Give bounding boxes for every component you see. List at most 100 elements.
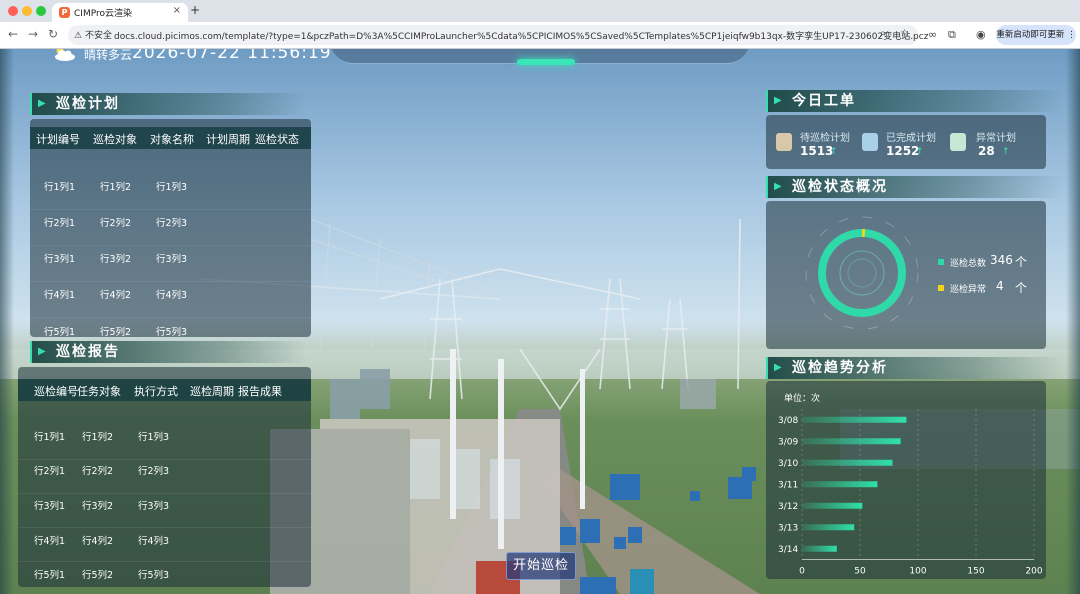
new-tab-icon[interactable]: + [190,3,200,17]
clipboard-icon [776,133,792,151]
insecure-warning[interactable]: ⚠ 不安全 [74,28,112,41]
trend-up-icon: ↑ [1002,147,1010,157]
orders-panel-title: ▶ 今日工单 [766,90,1062,112]
table-cell: 行5列3 [156,327,188,337]
table-cell: 行4列2 [100,290,132,301]
table-cell: 行5列1 [44,327,76,337]
trend-panel: 单位：次 3/08 3/09 3/10 3/11 3/12 3/13 3/14 0 50 100 1… [766,381,1046,579]
table-cell: 行3列2 [82,501,114,512]
report-title-text: 巡检报告 [56,344,120,360]
back-icon[interactable]: ← [8,27,18,41]
report-col-header[interactable]: 巡检编号 [34,383,78,399]
row-divider [30,317,311,318]
table-cell: 行5列1 [34,570,66,581]
substation-scene: 晴转多云 2026-07-22 11:56:19 ▶ 巡检计划 计划编号 巡检对象… [0,49,1080,594]
report-col-header[interactable]: 任务对象 [77,383,121,399]
x-tick-label: 50 [854,567,866,577]
plan-panel: 计划编号 巡检对象 对象名称 计划周期 巡检状态 行1列1 行1列2 行1列3 … [30,119,311,337]
bookmark-star-icon[interactable]: ☆ [900,28,909,39]
y-tick-label: 3/13 [778,523,798,533]
report-panel-title: ▶ 巡检报告 [30,341,306,363]
panel-arrow-icon: ▶ [774,95,784,106]
plan-col-header[interactable]: 计划周期 [206,131,250,147]
y-tick-label: 3/14 [778,545,798,555]
reload-icon[interactable]: ↻ [48,27,58,41]
legend-value: 4 [996,279,1004,293]
y-tick-label: 3/11 [778,480,798,490]
table-cell: 行2列1 [44,218,76,229]
report-col-header[interactable]: 巡检周期 [190,383,234,399]
table-cell: 行5列2 [100,327,132,337]
url-text: docs.cloud.picimos.com/template/?type=1&… [114,32,929,42]
y-tick-label: 3/12 [778,502,798,512]
table-cell: 行2列2 [100,218,132,229]
browser-tab[interactable]: P CIMPro云渲染 × [52,3,188,22]
x-tick-label: 0 [799,567,805,577]
forward-icon[interactable]: → [28,27,38,41]
table-cell: 行1列1 [44,182,76,193]
status-title-text: 巡检状态概况 [792,179,888,195]
table-cell: 行2列3 [156,218,188,229]
table-cell: 行4列1 [34,536,66,547]
legend-label: 巡检总数 [950,259,987,269]
table-cell: 行2列3 [138,466,170,477]
profile-icon[interactable]: ◉ [976,28,986,41]
plan-col-header[interactable]: 巡检对象 [93,131,137,147]
url-field[interactable]: ⚠ 不安全 docs.cloud.picimos.com/template/?t… [68,25,928,45]
table-cell: 行3列1 [34,501,66,512]
row-divider [18,493,311,494]
zoom-icon[interactable]: ⌕ [880,28,886,39]
orders-title-text: 今日工单 [792,93,856,109]
x-tick-label: 150 [967,567,984,577]
bar [802,524,855,531]
table-cell: 行2列1 [34,466,66,477]
status-ring-chart [805,216,919,330]
table-cell: 行1列2 [100,182,132,193]
trend-up-icon: ↑ [916,147,924,157]
report-col-header[interactable]: 执行方式 [134,383,178,399]
legend-unit: 个 [1015,255,1028,269]
table-cell: 行1列3 [156,182,188,193]
report-table-header: 巡检编号 任务对象 执行方式 巡检周期 报告成果 [18,379,311,401]
weather-text: 晴转多云 [84,49,133,62]
row-divider [18,527,311,528]
left-frame-decoration [0,49,14,594]
plan-col-header[interactable]: 计划编号 [36,131,80,147]
row-divider [30,281,311,282]
close-tab-icon[interactable]: × [173,5,181,16]
plan-col-header[interactable]: 巡检状态 [255,131,299,147]
address-bar: ← → ↻ ⚠ 不安全 docs.cloud.picimos.com/templ… [0,22,1080,49]
zoom-window-icon[interactable] [36,6,46,16]
row-divider [30,209,311,210]
y-tick-label: 3/10 [778,459,798,469]
legend-swatch-total [938,259,944,265]
trend-title-text: 巡检趋势分析 [792,360,888,376]
close-window-icon[interactable] [8,6,18,16]
update-button-label: 重新启动即可更新 [996,30,1065,40]
panel-arrow-icon: ▶ [774,181,784,192]
table-cell: 行5列3 [138,570,170,581]
y-tick-label: 3/08 [778,416,798,426]
clipboard-check-icon [862,133,878,151]
orders-panel: 待巡检计划 1513 ↑ 已完成计划 1252 ↑ 异常计划 28 ↑ [766,115,1046,169]
report-col-header[interactable]: 报告成果 [238,383,282,399]
kpi-label: 待巡检计划 [800,133,850,144]
minimize-window-icon[interactable] [22,6,32,16]
start-inspection-button[interactable]: 开始巡检 [506,552,576,580]
plan-col-header[interactable]: 对象名称 [150,131,194,147]
partly-cloudy-icon [55,49,75,61]
ring-inner-decoration [839,250,885,296]
right-frame-decoration [1066,49,1080,594]
status-panel-title: ▶ 巡检状态概况 [766,176,1062,198]
x-tick-label: 200 [1025,567,1042,577]
plan-table-header: 计划编号 巡检对象 对象名称 计划周期 巡检状态 [30,127,311,149]
row-divider [18,561,311,562]
trend-panel-title: ▶ 巡检趋势分析 [766,357,1062,379]
table-cell: 行4列1 [44,290,76,301]
update-button[interactable]: 重新启动即可更新 ⋮ [996,25,1076,45]
legend-swatch-abnormal [938,285,944,291]
extensions-icon[interactable]: ⧉ [948,28,956,42]
x-tick-label: 100 [909,567,926,577]
ring-inner-decoration [847,258,877,288]
extension-link-icon[interactable]: ∞ [928,28,937,41]
